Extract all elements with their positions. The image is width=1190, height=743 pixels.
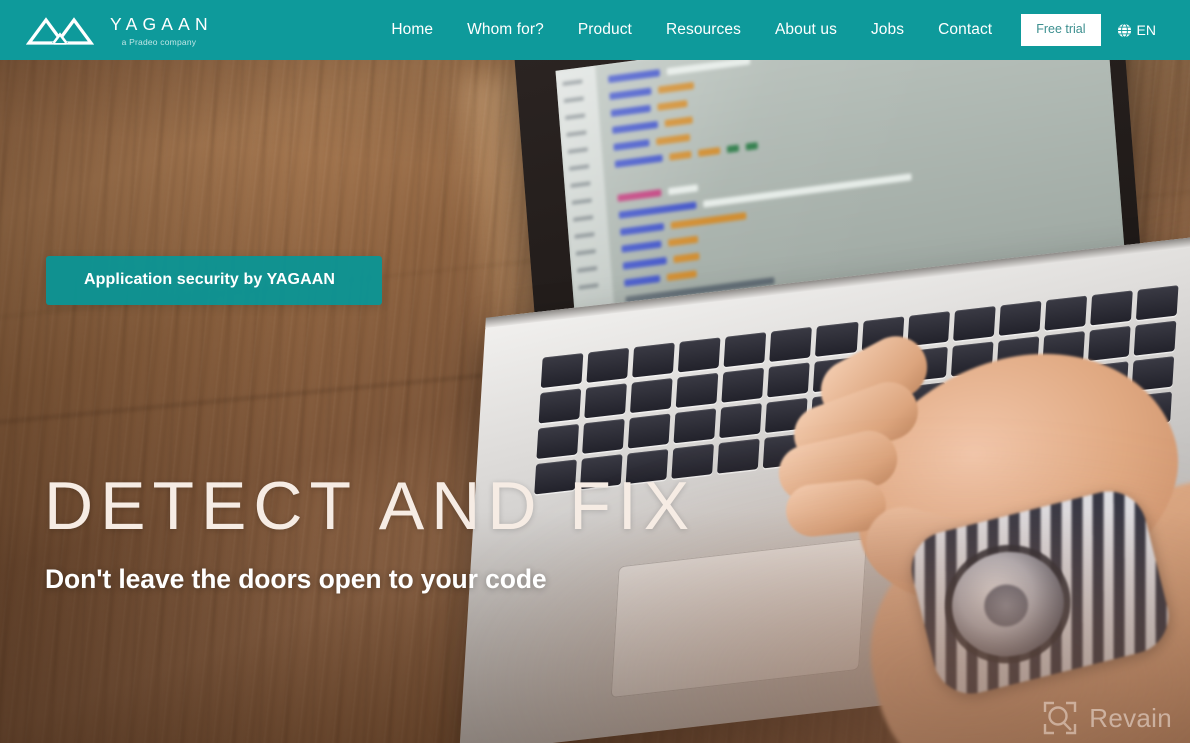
hero-headline: DETECT AND FIX xyxy=(44,468,697,544)
revain-watermark: Revain xyxy=(1043,701,1172,735)
hero-tagline-badge: Application security by YAGAAN xyxy=(46,256,382,305)
nav-item-contact[interactable]: Contact xyxy=(921,21,1009,39)
watermark-text: Revain xyxy=(1089,702,1172,733)
revain-logo-icon xyxy=(1044,701,1077,735)
hero-section: Application security by YAGAAN DETECT AN… xyxy=(0,60,1190,743)
logo-tagline: a Pradeo company xyxy=(121,36,197,47)
free-trial-button[interactable]: Free trial xyxy=(1021,14,1101,46)
nav-item-product[interactable]: Product xyxy=(561,21,649,39)
nav-item-home[interactable]: Home xyxy=(374,21,450,39)
language-label: EN xyxy=(1136,22,1156,38)
hero-content: Application security by YAGAAN DETECT AN… xyxy=(0,60,1190,743)
logo-text: YAGAAN a Pradeo company xyxy=(105,14,213,46)
logo-wordmark: YAGAAN xyxy=(110,14,213,34)
nav-item-about-us[interactable]: About us xyxy=(758,21,854,39)
language-switcher[interactable]: EN xyxy=(1107,22,1170,38)
globe-icon xyxy=(1117,22,1131,38)
mountain-logo-icon xyxy=(26,17,94,45)
site-header: YAGAAN a Pradeo company Home Whom for? P… xyxy=(0,0,1190,60)
nav-item-resources[interactable]: Resources xyxy=(649,21,758,39)
hero-subheadline: Don't leave the doors open to your code xyxy=(45,564,547,594)
nav-item-jobs[interactable]: Jobs xyxy=(854,21,921,39)
nav-item-whom-for[interactable]: Whom for? xyxy=(450,21,561,39)
logo[interactable]: YAGAAN a Pradeo company xyxy=(26,13,213,47)
main-navigation: Home Whom for? Product Resources About u… xyxy=(374,14,1170,46)
landing-page: YAGAAN a Pradeo company Home Whom for? P… xyxy=(0,0,1190,743)
